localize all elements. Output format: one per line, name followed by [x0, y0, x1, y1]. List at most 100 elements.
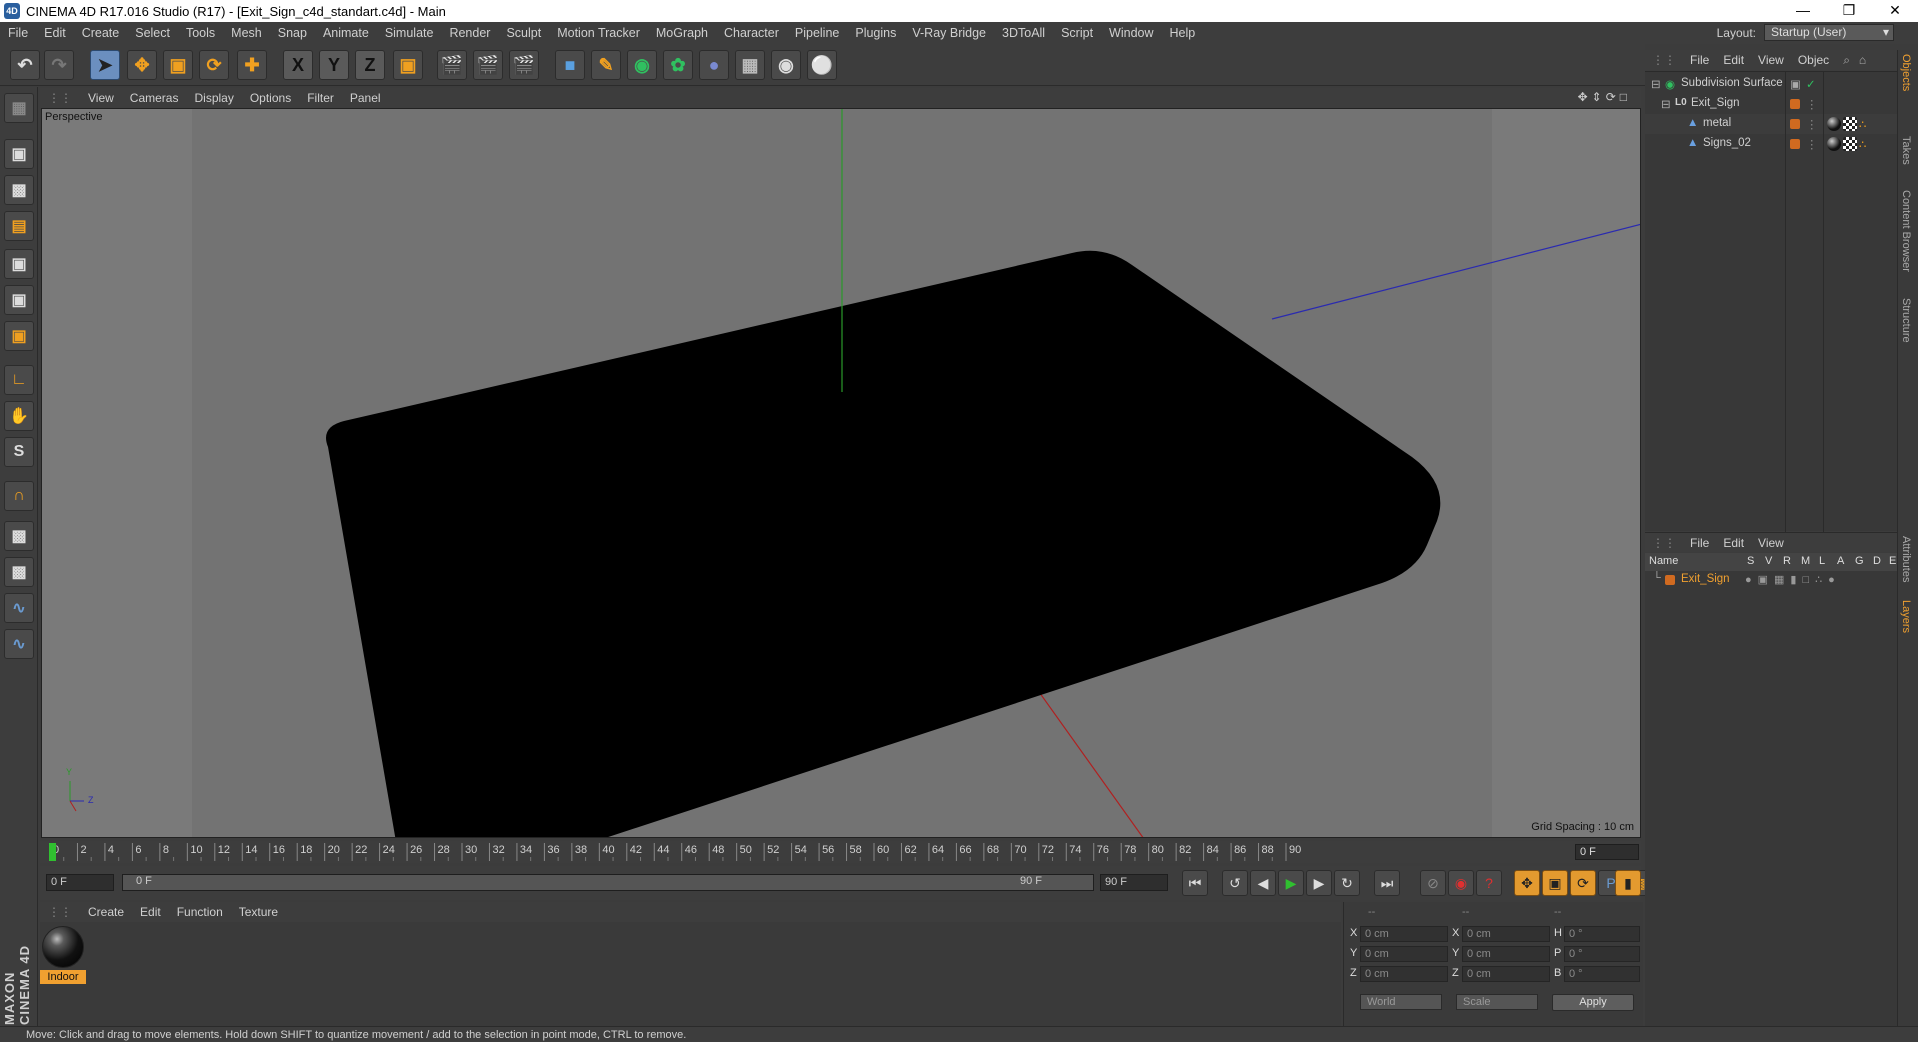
tab-layers[interactable]: Layers	[1900, 600, 1912, 633]
menu-help[interactable]: Help	[1162, 26, 1204, 40]
position-x-field[interactable]: 0 cm	[1360, 926, 1448, 942]
close-icon[interactable]: ✕	[1872, 0, 1918, 22]
apply-button[interactable]: Apply	[1552, 994, 1634, 1011]
rotation-h-field[interactable]: 0 °	[1564, 926, 1640, 942]
frame-range-slider[interactable]	[122, 874, 1094, 891]
render-picture-viewer-icon[interactable]: 🎬	[473, 50, 503, 80]
material-name[interactable]: Indoor	[40, 970, 86, 984]
rotate-tool-icon[interactable]: ⟳	[199, 50, 229, 80]
rotation-b-field[interactable]: 0 °	[1564, 966, 1640, 982]
layer-col-manager[interactable]: M	[1801, 555, 1810, 567]
menu-character[interactable]: Character	[716, 26, 787, 40]
record-keys-icon[interactable]: ⊘	[1420, 870, 1446, 896]
snap-magnet-icon[interactable]: ∩	[4, 481, 34, 511]
tree-collapse-icon[interactable]: ⊟	[1651, 77, 1661, 91]
layer-color-swatch[interactable]	[1790, 139, 1800, 149]
object-row-metal[interactable]: ▲ metal ⋮ ∴	[1645, 114, 1897, 134]
layer-color-swatch[interactable]	[1790, 99, 1800, 109]
menu-vray-bridge[interactable]: V-Ray Bridge	[904, 26, 994, 40]
points-mode-icon[interactable]: ▣	[4, 249, 34, 279]
timeline-layout-icon[interactable]: ▮	[1615, 870, 1641, 896]
coordinate-space-dropdown[interactable]: World	[1360, 994, 1442, 1010]
key-position-icon[interactable]: ✥	[1514, 870, 1540, 896]
object-name[interactable]: Exit_Sign	[1691, 97, 1740, 109]
uvw-tag-icon[interactable]	[1843, 137, 1857, 151]
uvw-tag-icon[interactable]	[1843, 117, 1857, 131]
autokey-icon[interactable]: ◉	[1448, 870, 1474, 896]
phong-tag-icon[interactable]: ∴	[1859, 137, 1866, 151]
object-name[interactable]: Subdivision Surface	[1681, 77, 1783, 89]
planar-workplane-icon[interactable]: ▩	[4, 557, 34, 587]
material-menu-texture[interactable]: Texture	[231, 905, 286, 919]
viewport-menu-panel[interactable]: Panel	[342, 91, 389, 105]
move-tool-icon[interactable]: ✥	[127, 50, 157, 80]
layer-col-generators[interactable]: G	[1855, 555, 1864, 567]
viewport-menu-view[interactable]: View	[80, 91, 122, 105]
tab-attributes[interactable]: Attributes	[1900, 536, 1912, 582]
layout-dropdown[interactable]: Startup (User)	[1764, 24, 1894, 41]
menu-mograph[interactable]: MoGraph	[648, 26, 716, 40]
menu-mesh[interactable]: Mesh	[223, 26, 270, 40]
material-tag-icon[interactable]	[1827, 137, 1841, 151]
redo-icon[interactable]: ↷	[44, 50, 74, 80]
menu-render[interactable]: Render	[441, 26, 498, 40]
polygons-mode-icon[interactable]: ▣	[4, 321, 34, 351]
tab-takes[interactable]: Takes	[1900, 136, 1912, 165]
material-preview[interactable]	[42, 926, 84, 968]
enabled-check-icon[interactable]: ✓	[1806, 77, 1816, 91]
go-to-start-icon[interactable]: ⏮	[1182, 870, 1208, 896]
menu-3dtoall[interactable]: 3DToAll	[994, 26, 1053, 40]
timeline-playhead[interactable]	[49, 843, 56, 861]
recent-tools-icon[interactable]: ✚	[237, 50, 267, 80]
menu-edit[interactable]: Edit	[36, 26, 74, 40]
menu-snap[interactable]: Snap	[270, 26, 315, 40]
floor-icon[interactable]: ▦	[735, 50, 765, 80]
key-scale-icon[interactable]: ▣	[1542, 870, 1568, 896]
edges-mode-icon[interactable]: ▣	[4, 285, 34, 315]
layer-col-locked[interactable]: L	[1819, 555, 1825, 567]
visibility-dots-icon[interactable]: ⋮	[1806, 117, 1818, 131]
play-forward-icon[interactable]: ▶	[1278, 870, 1304, 896]
position-y-field[interactable]: 0 cm	[1360, 946, 1448, 962]
menu-create[interactable]: Create	[74, 26, 128, 40]
layer-color-swatch[interactable]	[1790, 119, 1800, 129]
menu-file[interactable]: File	[0, 26, 36, 40]
tweak-mode-icon[interactable]: ✋	[4, 401, 34, 431]
solo-mode-icon[interactable]: S	[4, 437, 34, 467]
model-mode-icon[interactable]: ▣	[4, 139, 34, 169]
cube-icon[interactable]: ■	[555, 50, 585, 80]
object-menu-view[interactable]: View	[1751, 53, 1791, 67]
viewport-menu-cameras[interactable]: Cameras	[122, 91, 187, 105]
start-frame-field[interactable]: 0 F	[46, 874, 114, 891]
layer-col-animation[interactable]: A	[1837, 555, 1844, 567]
tree-collapse-icon[interactable]: ⊟	[1661, 97, 1671, 111]
workplane-icon[interactable]: ▤	[4, 211, 34, 241]
go-to-end-icon[interactable]: ⏭	[1374, 870, 1400, 896]
perspective-viewport[interactable]: Perspective Y Z Grid Spacing : 10 cm	[41, 108, 1641, 838]
layer-menu-view[interactable]: View	[1751, 536, 1791, 550]
size-mode-dropdown[interactable]: Scale	[1456, 994, 1538, 1010]
layer-col-expressions[interactable]: E	[1889, 555, 1896, 567]
layer-col-render[interactable]: R	[1783, 555, 1791, 567]
cloner-icon[interactable]: ✿	[663, 50, 693, 80]
subdivision-surface-icon[interactable]: ◉	[627, 50, 657, 80]
object-grip[interactable]: ⋮⋮	[1645, 53, 1683, 67]
texture-mode-icon[interactable]: ▩	[4, 175, 34, 205]
coordinate-system-icon[interactable]: ▣	[393, 50, 423, 80]
size-z-field[interactable]: 0 cm	[1462, 966, 1550, 982]
previous-key-icon[interactable]: ↺	[1222, 870, 1248, 896]
python-script-icon[interactable]: ∿	[4, 593, 34, 623]
menu-tools[interactable]: Tools	[178, 26, 223, 40]
material-grip[interactable]: ⋮⋮	[40, 905, 80, 919]
render-settings-icon[interactable]: 🎬	[509, 50, 539, 80]
layer-col-solo[interactable]: S	[1747, 555, 1754, 567]
layer-menu-edit[interactable]: Edit	[1716, 536, 1751, 550]
layer-grip[interactable]: ⋮⋮	[1645, 536, 1683, 550]
light-icon[interactable]: ⚪	[807, 50, 837, 80]
tab-objects[interactable]: Objects	[1900, 54, 1912, 91]
visibility-dots-icon[interactable]: ⋮	[1806, 97, 1818, 111]
object-row-exit-sign[interactable]: ⊟ L0 Exit_Sign ⋮	[1645, 94, 1897, 114]
menu-simulate[interactable]: Simulate	[377, 26, 442, 40]
next-key-icon[interactable]: ↻	[1334, 870, 1360, 896]
timeline-ruler[interactable]: 0 2 4 6 8 10 12 14 16 18 20 22 24 26 28 30 32 34 36 38 40 42 4…	[40, 841, 1641, 863]
